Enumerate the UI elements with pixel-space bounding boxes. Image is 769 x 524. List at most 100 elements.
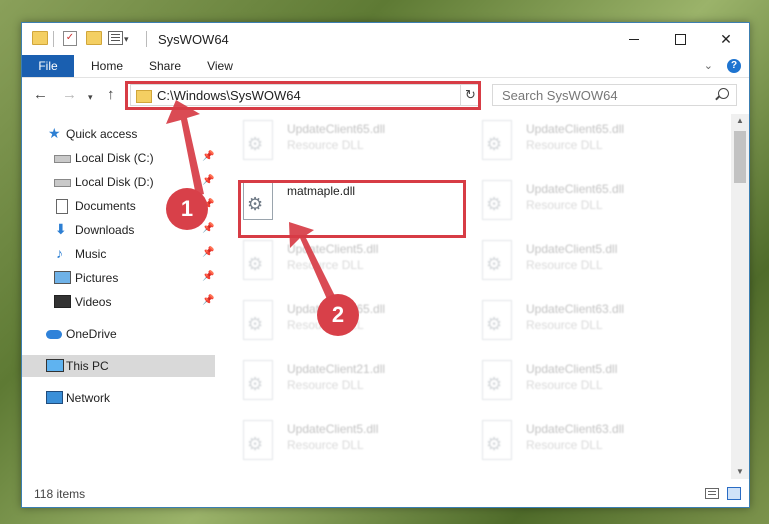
file-type: Resource DLL [526, 138, 603, 152]
file-item[interactable]: UpdateClient63.dll Resource DLL [474, 300, 704, 350]
pin-icon[interactable]: 📌 [202, 223, 214, 234]
dll-file-icon [243, 240, 273, 280]
search-input[interactable]: Search SysWOW64 [492, 84, 737, 106]
maximize-button[interactable] [657, 23, 703, 55]
sidebar-item-label: Documents [75, 199, 136, 213]
help-icon[interactable]: ? [727, 59, 741, 73]
sidebar-item-local-disk-c[interactable]: Local Disk (C:) 📌 [22, 147, 215, 169]
dll-file-icon [243, 120, 273, 160]
downloads-icon: ⬇ [55, 221, 67, 237]
file-item[interactable]: UpdateClient65.dll Resource DLL [235, 120, 465, 170]
sidebar-item-music[interactable]: ♪ Music 📌 [22, 243, 215, 265]
file-type: Resource DLL [287, 378, 364, 392]
dll-file-icon [482, 360, 512, 400]
recent-locations-chevron-icon[interactable]: ▾ [88, 89, 93, 105]
large-icons-view-icon[interactable] [727, 487, 741, 500]
file-type: Resource DLL [526, 378, 603, 392]
sidebar-item-label: Pictures [75, 271, 119, 285]
sidebar-item-onedrive[interactable]: OneDrive [22, 323, 215, 345]
sidebar-item-label: Quick access [66, 127, 138, 141]
file-item[interactable]: UpdateClient63.dll Resource DLL [474, 420, 704, 470]
file-type: Resource DLL [526, 198, 603, 212]
scroll-up-arrow-icon[interactable]: ▲ [731, 114, 749, 128]
title-separator [146, 31, 147, 47]
sidebar-item-label: Local Disk (D:) [75, 175, 154, 189]
file-highlight [238, 180, 466, 238]
file-type: Resource DLL [526, 438, 603, 452]
file-type: Resource DLL [526, 318, 603, 332]
dll-file-icon [243, 360, 273, 400]
navigation-pane: ★ Quick access Local Disk (C:) 📌 Local D… [22, 114, 215, 479]
file-name: UpdateClient5.dll [287, 422, 379, 436]
details-view-icon[interactable] [705, 488, 719, 499]
minimize-button[interactable] [611, 23, 657, 55]
vertical-scrollbar[interactable]: ▲ ▼ [731, 114, 749, 479]
dll-file-icon [243, 300, 273, 340]
item-count: 118 items [34, 487, 86, 501]
scrollbar-thumb[interactable] [734, 131, 746, 183]
customize-toolbar-icon[interactable] [108, 31, 123, 45]
sidebar-item-network[interactable]: Network [22, 387, 215, 409]
tab-view[interactable]: View [198, 55, 242, 77]
sidebar-item-label: Downloads [75, 223, 135, 237]
close-button[interactable]: ✕ [703, 23, 749, 55]
up-arrow-icon[interactable]: ↑ [107, 87, 115, 103]
pin-icon[interactable]: 📌 [202, 247, 214, 258]
sidebar-item-this-pc[interactable]: This PC [22, 355, 215, 377]
sidebar-item-quick-access[interactable]: ★ Quick access [22, 123, 215, 145]
dll-file-icon [482, 300, 512, 340]
sidebar-item-label: Videos [75, 295, 112, 309]
chevron-down-icon[interactable]: ▾ [124, 31, 129, 47]
file-item[interactable]: UpdateClient5.dll Resource DLL [235, 240, 465, 290]
star-icon: ★ [48, 125, 61, 141]
documents-icon [56, 199, 68, 214]
drive-icon [54, 155, 71, 163]
sidebar-item-pictures[interactable]: Pictures 📌 [22, 267, 215, 289]
sidebar-item-videos[interactable]: Videos 📌 [22, 291, 215, 313]
pin-icon[interactable]: 📌 [202, 271, 214, 282]
dll-file-icon [243, 420, 273, 460]
file-item[interactable]: UpdateClient65.dll Resource DLL [474, 120, 704, 170]
pictures-icon [54, 271, 71, 284]
expand-ribbon-chevron-icon[interactable]: ⌄ [704, 59, 713, 72]
file-item[interactable]: UpdateClient5.dll Resource DLL [235, 420, 465, 470]
pin-icon[interactable]: 📌 [202, 295, 214, 306]
folder-icon[interactable] [32, 31, 48, 45]
file-name: UpdateClient21.dll [287, 362, 386, 376]
window-title: SysWOW64 [158, 32, 229, 47]
sidebar-item-label: This PC [66, 359, 109, 373]
pin-icon[interactable]: 📌 [202, 175, 214, 186]
toolbar-separator [53, 31, 54, 47]
network-icon [46, 391, 63, 404]
pin-icon[interactable]: 📌 [202, 151, 214, 162]
file-name: UpdateClient65.dll [526, 182, 625, 196]
tab-file[interactable]: File [22, 55, 74, 77]
file-item[interactable]: UpdateClient5.dll Resource DLL [474, 360, 704, 410]
new-folder-icon[interactable] [86, 31, 102, 45]
file-name: UpdateClient5.dll [526, 362, 618, 376]
back-arrow-icon[interactable]: ← [33, 87, 48, 103]
address-bar-highlight [125, 81, 481, 110]
file-item[interactable]: UpdateClient5.dll Resource DLL [474, 240, 704, 290]
properties-check-icon[interactable]: ✓ [63, 31, 77, 46]
search-placeholder: Search SysWOW64 [502, 88, 618, 103]
file-list: UpdateClient65.dll Resource DLL matmaple… [215, 114, 731, 479]
file-type: Resource DLL [287, 438, 364, 452]
title-bar: ✓ ▾ SysWOW64 ✕ [22, 23, 749, 55]
file-type: Resource DLL [526, 258, 603, 272]
sidebar-item-label: OneDrive [66, 327, 117, 341]
file-type: Resource DLL [287, 138, 364, 152]
dll-file-icon [482, 180, 512, 220]
tab-share[interactable]: Share [142, 55, 188, 77]
sidebar-item-label: Network [66, 391, 111, 405]
music-icon: ♪ [56, 245, 63, 261]
file-item[interactable]: UpdateClient65.dll Resource DLL [474, 180, 704, 230]
scroll-down-arrow-icon[interactable]: ▼ [731, 465, 749, 479]
tab-home[interactable]: Home [84, 55, 130, 77]
forward-arrow-icon[interactable]: → [62, 87, 77, 103]
drive-icon [54, 179, 71, 187]
computer-icon [46, 359, 64, 372]
sidebar-item-label: Local Disk (C:) [75, 151, 154, 165]
file-item[interactable]: UpdateClient21.dll Resource DLL [235, 360, 465, 410]
ribbon-tabs: File Home Share View ⌄ ? [22, 55, 749, 78]
